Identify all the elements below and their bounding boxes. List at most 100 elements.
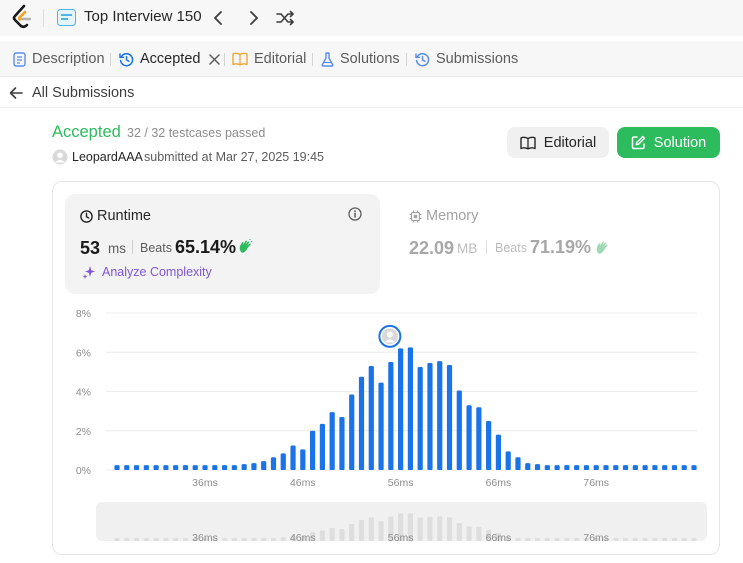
chart-bar[interactable]	[124, 465, 130, 470]
mini-bar	[329, 527, 335, 541]
chart-bar[interactable]	[163, 465, 169, 470]
chart-bar[interactable]	[593, 465, 599, 470]
chart-bar[interactable]	[466, 405, 472, 470]
chart-bar[interactable]	[417, 366, 423, 470]
chart-bar[interactable]	[182, 465, 189, 470]
chart-bar[interactable]	[681, 465, 687, 470]
mini-bar	[642, 538, 648, 541]
chart-bar[interactable]	[368, 365, 374, 470]
chart-bar[interactable]	[192, 465, 198, 470]
chart-bar[interactable]	[251, 463, 257, 470]
chart-bar[interactable]	[261, 461, 267, 470]
mini-bar	[368, 517, 374, 541]
chart-bar[interactable]	[583, 465, 590, 470]
mini-bar	[417, 517, 423, 541]
mini-bar	[427, 516, 433, 541]
chart-bar[interactable]	[319, 423, 325, 470]
y-tick-label: 4%	[76, 387, 91, 399]
chart-bar[interactable]	[525, 463, 531, 470]
chart-bar[interactable]	[486, 420, 492, 470]
chart-bar[interactable]	[241, 464, 247, 470]
slider-tick-label: 56ms	[388, 532, 414, 544]
mini-bar	[632, 538, 638, 541]
chart-bar[interactable]	[632, 465, 638, 470]
mini-bar	[163, 538, 169, 541]
slider-tick-label: 46ms	[290, 532, 316, 544]
mini-bar	[456, 523, 462, 541]
chart-bar[interactable]	[378, 382, 384, 470]
mini-bar	[280, 537, 286, 541]
x-tick-label: 66ms	[486, 477, 512, 489]
mini-bar	[525, 538, 531, 541]
chart-bar[interactable]	[339, 417, 345, 470]
mini-bar	[446, 517, 453, 541]
mini-bar	[378, 521, 384, 541]
chart-bar[interactable]	[407, 347, 413, 470]
mini-bar	[241, 538, 247, 541]
chart-bar[interactable]	[437, 361, 443, 470]
mini-bar	[681, 538, 687, 541]
chart-bar[interactable]	[349, 394, 355, 470]
chart-bar[interactable]	[476, 407, 482, 470]
chart-bar[interactable]	[231, 465, 237, 470]
mini-bar	[564, 538, 570, 541]
mini-bar	[671, 538, 678, 541]
chart-bar[interactable]	[603, 465, 609, 470]
slider-tick-label: 76ms	[583, 532, 609, 544]
chart-bar[interactable]	[153, 465, 159, 470]
mini-bar	[270, 538, 277, 541]
chart-bar[interactable]	[427, 363, 433, 470]
chart-bar[interactable]	[662, 465, 668, 470]
chart-bar[interactable]	[300, 449, 306, 470]
mini-bar	[221, 538, 228, 541]
chart-bar[interactable]	[173, 465, 179, 470]
chart-bar[interactable]	[554, 465, 560, 470]
mini-bar	[652, 538, 658, 541]
chart-bar[interactable]	[221, 465, 228, 470]
chart-bar[interactable]	[398, 348, 404, 470]
chart-bar[interactable]	[388, 362, 394, 470]
chart-bar[interactable]	[642, 465, 648, 470]
mini-bar	[613, 538, 619, 541]
chart-bar[interactable]	[329, 412, 335, 470]
mini-bar	[554, 538, 560, 541]
chart-bar[interactable]	[495, 434, 502, 470]
chart-bar[interactable]	[534, 464, 541, 470]
chart-bar[interactable]	[446, 365, 453, 470]
chart-bar[interactable]	[564, 465, 570, 470]
chart-bar[interactable]	[310, 430, 316, 470]
mini-bar	[574, 538, 580, 541]
chart-bar[interactable]	[505, 451, 511, 470]
chart-bar[interactable]	[652, 465, 658, 470]
mini-bar	[143, 538, 149, 541]
y-tick-label: 2%	[76, 426, 91, 438]
your-submission-marker[interactable]	[378, 324, 402, 348]
mini-bar	[114, 538, 120, 541]
chart-bar[interactable]	[358, 376, 365, 470]
mini-bar	[622, 538, 629, 541]
runtime-distribution-chart[interactable]: 0% 2% 4% 6% 8% 36ms 46ms 56ms 66ms 76ms 36ms 46ms 5…	[0, 0, 743, 563]
mini-bar	[534, 538, 541, 541]
chart-bar[interactable]	[574, 465, 580, 470]
chart-bar[interactable]	[622, 465, 629, 470]
slider-tick-label: 66ms	[486, 532, 512, 544]
chart-bar[interactable]	[270, 457, 277, 470]
chart-bar[interactable]	[133, 465, 140, 470]
chart-bar[interactable]	[691, 465, 697, 470]
chart-bar[interactable]	[515, 457, 521, 470]
chart-bar[interactable]	[613, 465, 619, 470]
x-tick-label: 76ms	[583, 477, 609, 489]
chart-bar[interactable]	[544, 465, 550, 470]
mini-bar	[173, 538, 179, 541]
chart-bar[interactable]	[290, 445, 296, 470]
chart-bar[interactable]	[280, 453, 286, 470]
chart-bar[interactable]	[671, 465, 678, 470]
chart-bar[interactable]	[212, 465, 218, 470]
chart-bar[interactable]	[143, 465, 149, 470]
chart-bar[interactable]	[202, 465, 208, 470]
mini-bar	[437, 516, 443, 541]
mini-bar	[544, 538, 550, 541]
chart-bar[interactable]	[114, 465, 120, 470]
chart-bar[interactable]	[456, 390, 462, 470]
y-tick-label: 0%	[76, 465, 91, 477]
